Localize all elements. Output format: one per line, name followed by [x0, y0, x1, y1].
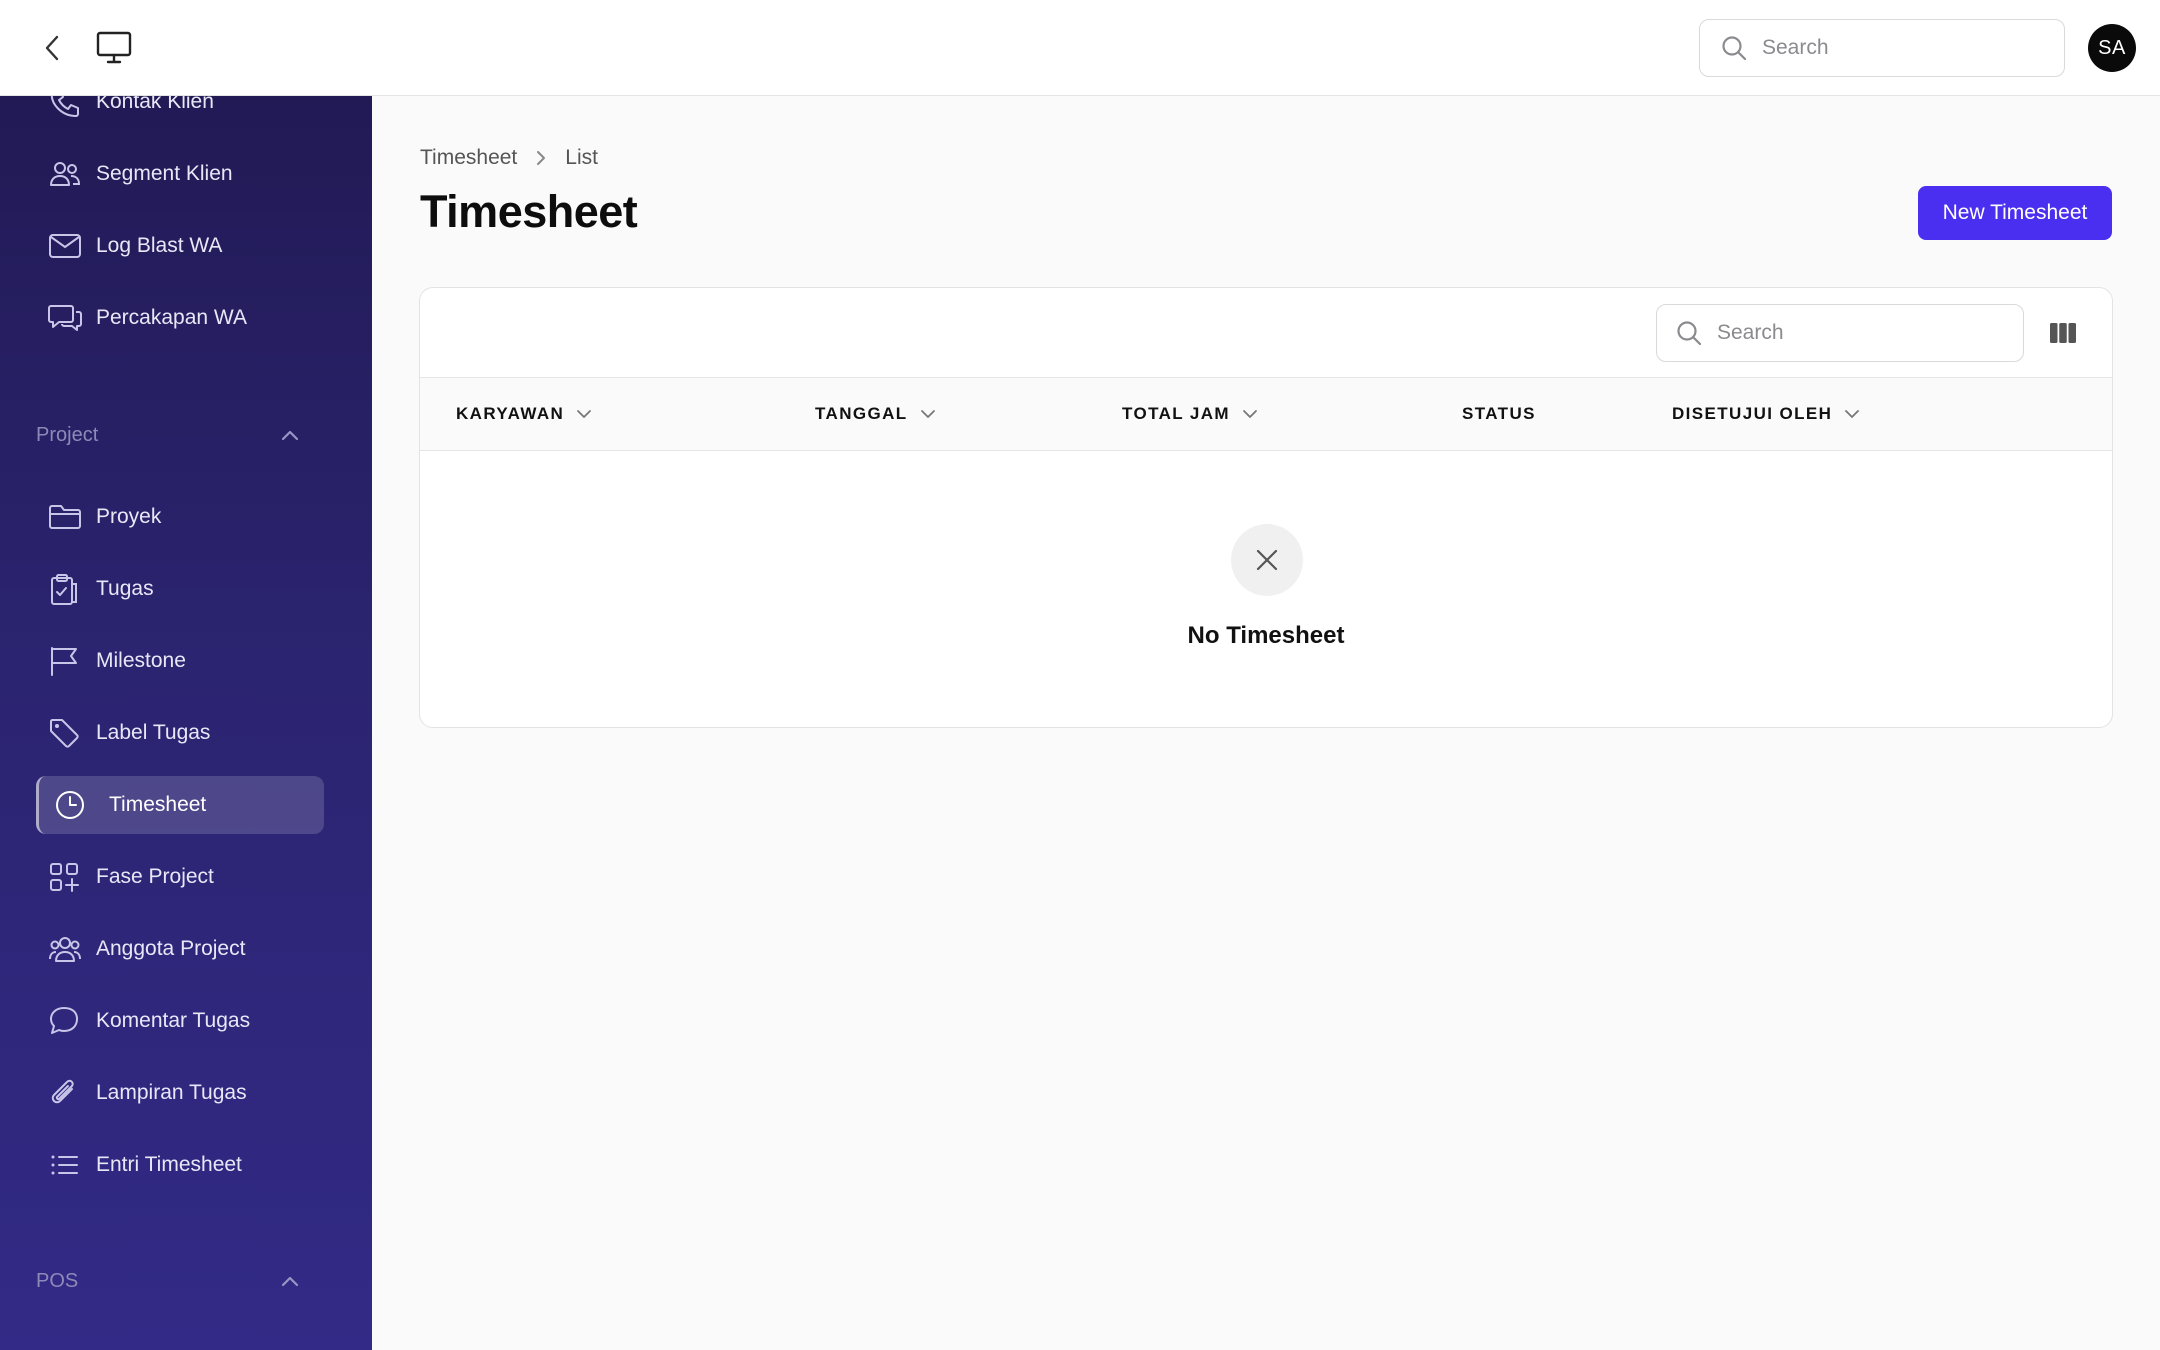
sidebar-item-komentar-tugas[interactable]: Komentar Tugas — [36, 992, 324, 1050]
folder-icon — [36, 502, 96, 532]
empty-state-icon-wrap — [1231, 524, 1303, 596]
section-pos-toggle[interactable]: POS — [36, 1261, 300, 1301]
global-search[interactable] — [1699, 19, 2065, 77]
monitor-icon — [96, 31, 132, 64]
column-label: STATUS — [1462, 404, 1536, 423]
column-header-total-jam[interactable]: TOTAL JAM — [1122, 378, 1258, 450]
sidebar-item-label: Tugas — [96, 577, 154, 600]
chevron-left-icon — [45, 35, 59, 61]
new-timesheet-button[interactable]: New Timesheet — [1918, 186, 2112, 240]
sidebar-item-lampiran-tugas[interactable]: Lampiran Tugas — [36, 1064, 324, 1122]
section-title: Project — [36, 423, 99, 446]
users-icon — [36, 158, 96, 190]
squares-plus-icon — [36, 861, 96, 893]
flag-icon — [36, 645, 96, 677]
chat-icon — [36, 302, 96, 334]
sidebar-item-percakapan-wa[interactable]: Percakapan WA — [36, 289, 324, 347]
column-header-karyawan[interactable]: KARYAWAN — [456, 378, 592, 450]
list-icon — [36, 1149, 96, 1181]
chevron-down-icon — [576, 409, 592, 419]
sidebar-item-tugas[interactable]: Tugas — [36, 560, 324, 618]
table-header: KARYAWAN TANGGAL TOTAL JAM STATUS DISETU… — [420, 377, 2112, 451]
sidebar-item-label: Komentar Tugas — [96, 1009, 251, 1032]
sidebar-item-partial[interactable] — [36, 1336, 324, 1350]
sidebar: Kontak Klien Segment Klien Log Blast WA … — [0, 96, 372, 1350]
user-group-icon — [36, 933, 96, 965]
sidebar-item-label: Entri Timesheet — [96, 1153, 242, 1176]
sidebar-item-label: Lampiran Tugas — [96, 1081, 247, 1104]
sidebar-item-milestone[interactable]: Milestone — [36, 632, 324, 690]
close-icon — [1256, 549, 1278, 571]
back-button[interactable] — [36, 30, 68, 66]
section-project-toggle[interactable]: Project — [36, 415, 300, 455]
comment-icon — [36, 1005, 96, 1037]
sidebar-item-label: Milestone — [96, 649, 186, 672]
column-header-status: STATUS — [1462, 378, 1536, 450]
sidebar-item-segment-klien[interactable]: Segment Klien — [36, 145, 324, 203]
sidebar-item-log-blast-wa[interactable]: Log Blast WA — [36, 217, 324, 275]
chevron-up-icon — [281, 1276, 299, 1287]
section-title: POS — [36, 1269, 79, 1292]
column-toggle-button[interactable] — [2048, 318, 2078, 348]
chevron-down-icon — [1844, 409, 1860, 419]
sidebar-item-anggota-project[interactable]: Anggota Project — [36, 920, 324, 978]
sidebar-item-fase-project[interactable]: Fase Project — [36, 848, 324, 906]
paperclip-icon — [36, 1077, 96, 1109]
breadcrumb: Timesheet List — [420, 146, 598, 170]
sidebar-item-label: Fase Project — [96, 865, 214, 888]
sidebar-item-label: Kontak Klien — [96, 96, 214, 113]
search-icon — [1675, 319, 1703, 347]
sidebar-item-timesheet[interactable]: Timesheet — [36, 776, 324, 834]
breadcrumb-root[interactable]: Timesheet — [420, 146, 517, 170]
sidebar-item-kontak-klien[interactable]: Kontak Klien — [36, 96, 324, 131]
search-icon — [1720, 34, 1748, 62]
clipboard-check-icon — [36, 572, 96, 606]
timesheet-table-card: KARYAWAN TANGGAL TOTAL JAM STATUS DISETU… — [419, 287, 2113, 728]
chevron-up-icon — [281, 430, 299, 441]
top-bar: SA — [0, 0, 2160, 96]
mail-icon — [36, 231, 96, 261]
sidebar-item-label: Timesheet — [109, 793, 207, 816]
phone-icon — [36, 96, 96, 118]
sidebar-item-label: Proyek — [96, 505, 162, 528]
chevron-right-icon — [535, 149, 547, 167]
columns-icon — [2050, 323, 2076, 343]
sidebar-item-label: Label Tugas — [96, 721, 211, 744]
column-header-disetujui-oleh[interactable]: DISETUJUI OLEH — [1672, 378, 1860, 450]
column-header-tanggal[interactable]: TANGGAL — [815, 378, 936, 450]
global-search-input[interactable] — [1762, 36, 2042, 60]
column-label: KARYAWAN — [456, 404, 565, 423]
breadcrumb-current: List — [565, 146, 598, 169]
table-search[interactable] — [1656, 304, 2024, 362]
tag-icon — [36, 717, 96, 749]
column-label: TOTAL JAM — [1122, 404, 1230, 423]
clock-icon — [39, 789, 109, 821]
sidebar-item-label: Log Blast WA — [96, 234, 223, 257]
column-label: DISETUJUI OLEH — [1672, 404, 1833, 423]
sidebar-item-label-tugas[interactable]: Label Tugas — [36, 704, 324, 762]
desktop-view-button[interactable] — [94, 28, 134, 68]
table-search-input[interactable] — [1717, 321, 2007, 345]
sidebar-item-proyek[interactable]: Proyek — [36, 488, 324, 546]
avatar[interactable]: SA — [2088, 24, 2136, 72]
column-label: TANGGAL — [815, 404, 908, 423]
sidebar-item-label: Anggota Project — [96, 937, 246, 960]
sidebar-item-entri-timesheet[interactable]: Entri Timesheet — [36, 1136, 324, 1194]
page-title: Timesheet — [420, 186, 638, 237]
empty-state-text: No Timesheet — [1187, 622, 1345, 649]
sidebar-item-label: Percakapan WA — [96, 306, 247, 329]
chevron-down-icon — [1242, 409, 1258, 419]
chevron-down-icon — [920, 409, 936, 419]
sidebar-item-label: Segment Klien — [96, 162, 233, 185]
